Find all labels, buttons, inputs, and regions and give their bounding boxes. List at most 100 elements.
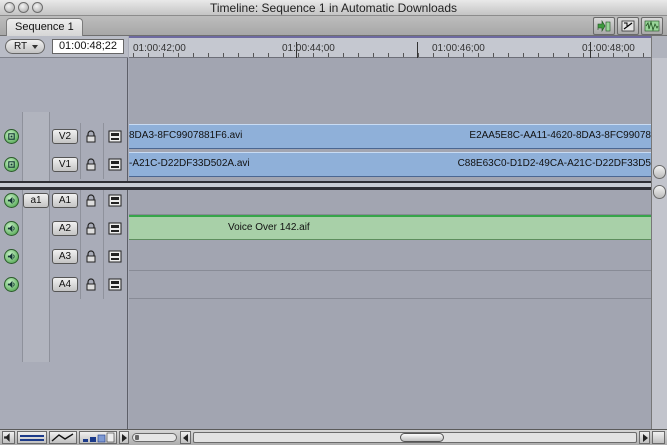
auto-select-icon[interactable] xyxy=(108,130,122,143)
lock-icon[interactable] xyxy=(85,278,97,291)
expand-button[interactable] xyxy=(119,431,129,444)
lock-icon[interactable] xyxy=(85,250,97,263)
ruler-minor-tick xyxy=(493,53,494,57)
track-label-a2[interactable]: A2 xyxy=(52,221,78,236)
tab-row: Sequence 1 xyxy=(0,16,667,36)
track-visibility-toggle[interactable] xyxy=(4,129,19,144)
current-timecode-field[interactable]: 01:00:48;22 xyxy=(52,39,124,54)
video-clip-v2[interactable]: 8DA3-8FC9907881F6.avi E2AA5E8C-AA11-4620… xyxy=(129,124,651,149)
track-height-button[interactable] xyxy=(17,431,47,444)
zoom-slider[interactable] xyxy=(132,433,177,442)
linked-selection-icon xyxy=(621,20,635,32)
clip-name: Voice Over 142.aif xyxy=(228,222,310,233)
ruler-minor-tick xyxy=(313,53,314,57)
video-audio-divider[interactable] xyxy=(0,181,651,190)
audible-toggle[interactable] xyxy=(4,249,19,264)
linked-selection-button[interactable] xyxy=(617,17,639,35)
ruler-minor-tick xyxy=(388,53,389,57)
time-ruler[interactable]: 01:00:42;00 01:00:44;00 01:00:46;00 01:0… xyxy=(129,36,651,58)
lock-icon[interactable] xyxy=(85,222,97,235)
auto-select-icon[interactable] xyxy=(108,250,122,263)
lock-icon[interactable] xyxy=(85,158,97,171)
track-lane-a3 xyxy=(129,270,651,271)
track-size-button[interactable] xyxy=(79,431,117,444)
chevron-right-icon xyxy=(122,434,127,442)
track-visibility-toggle[interactable] xyxy=(4,157,19,172)
track-header-pane: V2 V1 a1 A1 A2 A3 A4 xyxy=(0,58,128,429)
track-header-v2: V2 xyxy=(0,123,128,151)
rt-menu-button[interactable]: RT xyxy=(5,39,45,54)
ruler-minor-tick xyxy=(463,53,464,57)
speaker-icon xyxy=(4,433,10,442)
auto-select-icon[interactable] xyxy=(108,194,122,207)
track-label-a4[interactable]: A4 xyxy=(52,277,78,292)
ruler-minor-tick xyxy=(508,53,509,57)
ruler-minor-tick xyxy=(643,53,644,57)
track-label-a1[interactable]: A1 xyxy=(52,193,78,208)
vertical-scrollbar[interactable] xyxy=(651,58,667,429)
ruler-minor-tick xyxy=(403,53,404,57)
rt-label: RT xyxy=(14,41,28,52)
horizontal-scroll-thumb[interactable] xyxy=(400,433,444,442)
window-title: Timeline: Sequence 1 in Automatic Downlo… xyxy=(209,1,458,15)
track-header-a3: A3 xyxy=(0,243,128,271)
track-header-a2: A2 xyxy=(0,215,128,243)
video-clip-v1[interactable]: -A21C-D22DF33D502A.avi C88E63C0-D1D2-49C… xyxy=(129,152,651,177)
track-label-v1[interactable]: V1 xyxy=(52,157,78,172)
clip-keyframes-button[interactable] xyxy=(49,431,77,444)
ruler-minor-tick xyxy=(178,53,179,57)
resize-corner[interactable] xyxy=(652,431,665,444)
audible-toggle[interactable] xyxy=(4,193,19,208)
audible-toggle[interactable] xyxy=(4,277,19,292)
ruler-minor-tick xyxy=(598,53,599,57)
auto-select-icon[interactable] xyxy=(108,222,122,235)
auto-select-icon[interactable] xyxy=(108,278,122,291)
ruler-minor-tick xyxy=(448,53,449,57)
render-status-bar xyxy=(129,36,651,38)
ruler-minor-tick xyxy=(328,53,329,57)
speaker-icon xyxy=(7,196,15,205)
audio-waveform-button[interactable] xyxy=(641,17,663,35)
ruler-minor-tick xyxy=(223,53,224,57)
ruler-minor-tick xyxy=(433,53,434,57)
ruler-minor-tick xyxy=(208,53,209,57)
ruler-minor-tick xyxy=(268,53,269,57)
ruler-minor-tick xyxy=(358,53,359,57)
ruler-minor-tick xyxy=(193,53,194,57)
ruler-minor-tick xyxy=(478,53,479,57)
clip-name: 8DA3-8FC9907881F6.avi xyxy=(129,130,243,141)
audio-scroll-thumb[interactable] xyxy=(653,185,666,199)
horizontal-scrollbar[interactable] xyxy=(193,432,637,443)
scroll-left-button[interactable] xyxy=(180,431,191,444)
lock-icon[interactable] xyxy=(85,194,97,207)
track-label-a3[interactable]: A3 xyxy=(52,249,78,264)
track-label-v2[interactable]: V2 xyxy=(52,129,78,144)
auto-select-icon[interactable] xyxy=(108,158,122,171)
ruler-minor-tick xyxy=(253,53,254,57)
tab-sequence-1[interactable]: Sequence 1 xyxy=(6,18,83,36)
ruler-minor-tick xyxy=(553,53,554,57)
video-scroll-thumb[interactable] xyxy=(653,165,666,179)
chevron-down-icon xyxy=(32,45,38,49)
ruler-minor-tick xyxy=(538,53,539,57)
waveform-icon xyxy=(644,20,660,32)
lock-icon[interactable] xyxy=(85,130,97,143)
snapping-icon xyxy=(597,20,611,32)
timeline-tool-buttons xyxy=(593,17,663,35)
timeline-track-area[interactable]: 8DA3-8FC9907881F6.avi E2AA5E8C-AA11-4620… xyxy=(129,58,651,429)
audible-toggle[interactable] xyxy=(4,221,19,236)
scroll-right-button[interactable] xyxy=(639,431,650,444)
timeline-bottom-bar xyxy=(0,429,667,445)
ruler-minor-tick xyxy=(148,53,149,57)
ruler-minor-tick xyxy=(568,53,569,57)
clip-overlays-button[interactable] xyxy=(2,431,15,444)
source-patch-a1[interactable]: a1 xyxy=(23,193,49,208)
snapping-button[interactable] xyxy=(593,17,615,35)
zoom-thumb[interactable] xyxy=(135,435,139,440)
track-header-a1: a1 A1 xyxy=(0,187,128,215)
keyframe-graph-icon xyxy=(51,433,74,442)
playhead-marker xyxy=(296,42,297,58)
audio-clip-a2[interactable]: Voice Over 142.aif xyxy=(129,215,651,240)
timeline-header: RT 01:00:48;22 xyxy=(0,36,128,58)
speaker-icon xyxy=(7,252,15,261)
